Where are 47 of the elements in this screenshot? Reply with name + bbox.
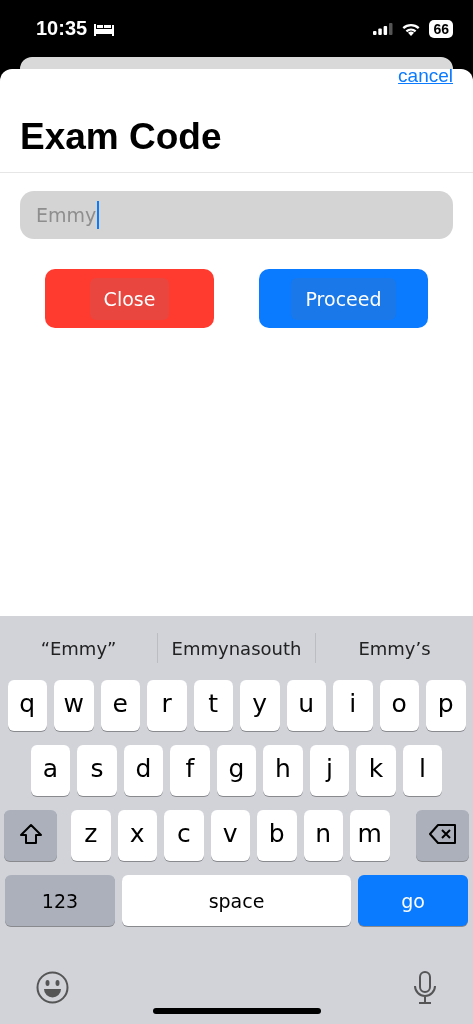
- letter-key[interactable]: e: [100, 680, 140, 731]
- letter-key[interactable]: i: [333, 680, 373, 731]
- letter-key[interactable]: k: [356, 745, 396, 796]
- letter-key[interactable]: w: [54, 680, 94, 731]
- emoji-icon[interactable]: [36, 971, 69, 1004]
- delete-key[interactable]: [416, 810, 469, 861]
- letter-key[interactable]: f: [170, 745, 210, 796]
- letter-key[interactable]: v: [210, 810, 250, 861]
- letter-key[interactable]: j: [309, 745, 350, 796]
- letter-key[interactable]: l: [402, 745, 443, 796]
- cancel-link[interactable]: cancel: [398, 69, 453, 82]
- microphone-icon[interactable]: [413, 971, 437, 1005]
- signal-icon: [373, 22, 394, 35]
- status-time: 10:35: [36, 17, 88, 40]
- battery-indicator: 66: [429, 19, 453, 38]
- letter-key[interactable]: p: [426, 680, 466, 731]
- shift-key[interactable]: [4, 810, 57, 861]
- letter-key[interactable]: s: [77, 745, 117, 796]
- letter-key[interactable]: q: [7, 680, 47, 731]
- go-key[interactable]: go: [358, 875, 468, 926]
- bed-icon: [93, 21, 116, 36]
- letter-key[interactable]: z: [71, 810, 111, 861]
- letter-key[interactable]: g: [216, 745, 257, 796]
- letter-key[interactable]: x: [117, 810, 157, 861]
- sheet-title: Exam Code: [20, 116, 223, 158]
- numbers-key[interactable]: 123: [5, 875, 115, 926]
- letter-key[interactable]: c: [164, 810, 204, 861]
- letter-key[interactable]: y: [240, 680, 280, 731]
- shift-icon: [18, 822, 43, 845]
- letter-key[interactable]: o: [379, 680, 419, 731]
- letter-key[interactable]: t: [193, 680, 233, 731]
- suggestion[interactable]: “Emmy”: [0, 637, 157, 659]
- letter-key[interactable]: h: [263, 745, 303, 796]
- letter-key[interactable]: u: [286, 680, 326, 731]
- letter-key[interactable]: b: [257, 810, 297, 861]
- space-key[interactable]: space: [122, 875, 351, 926]
- backspace-icon: [428, 823, 457, 844]
- letter-key[interactable]: n: [303, 810, 343, 861]
- letter-key[interactable]: a: [30, 745, 71, 796]
- letter-key[interactable]: r: [147, 680, 187, 731]
- suggestion[interactable]: Emmynasouth: [158, 637, 315, 659]
- wifi-icon: [401, 21, 422, 36]
- letter-key[interactable]: d: [123, 745, 164, 796]
- suggestion[interactable]: Emmy’s: [316, 637, 473, 659]
- proceed-button[interactable]: Proceed: [259, 269, 428, 328]
- letter-key[interactable]: m: [350, 810, 390, 861]
- close-button[interactable]: Close: [45, 269, 214, 328]
